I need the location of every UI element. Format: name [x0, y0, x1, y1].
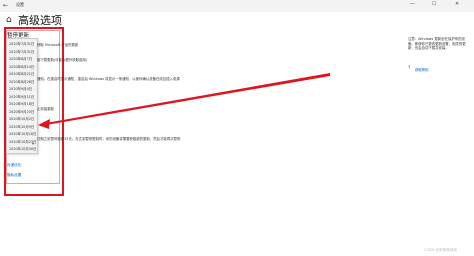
annotation-arrow-shaft [40, 73, 330, 126]
watermark: CSDN @宫莲莲网络 [424, 248, 457, 252]
annotation-arrow-head [38, 119, 50, 129]
annotation-arrow [38, 73, 330, 129]
